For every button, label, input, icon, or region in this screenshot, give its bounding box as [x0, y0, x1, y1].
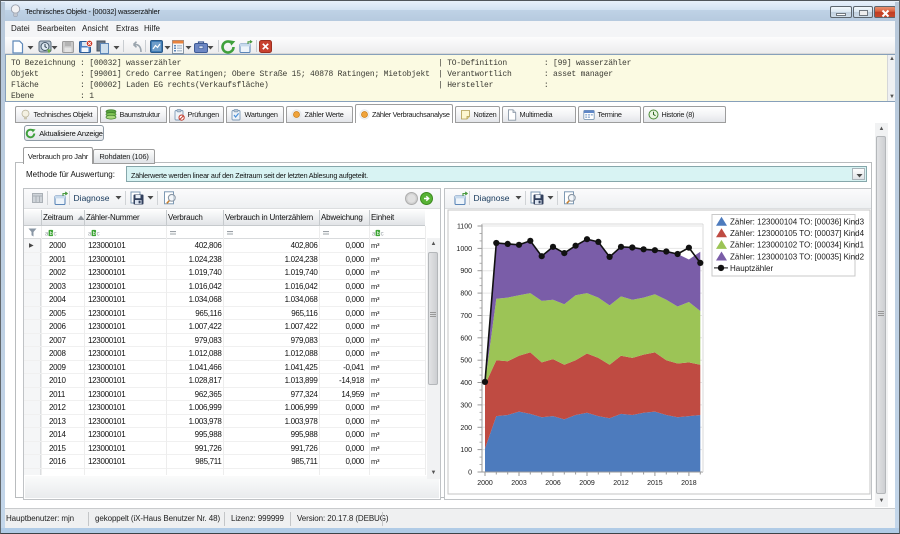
- svg-text:2012: 2012: [613, 480, 629, 487]
- svg-text:c: c: [381, 231, 384, 236]
- svg-text:b: b: [93, 231, 96, 237]
- svg-text:a: a: [372, 231, 376, 236]
- svg-text:Hauptzähler: Hauptzähler: [730, 264, 773, 273]
- svg-text:400: 400: [460, 380, 472, 387]
- svg-text:2003: 2003: [511, 480, 527, 487]
- svg-text:c: c: [97, 231, 100, 236]
- svg-text:2018: 2018: [681, 480, 697, 487]
- svg-text:300: 300: [460, 402, 472, 409]
- svg-text:200: 200: [460, 425, 472, 432]
- svg-text:b: b: [50, 231, 53, 237]
- svg-text:Zähler: 123000105 TO: [00037]: Zähler: 123000105 TO: [00037] Kind4: [730, 229, 865, 238]
- svg-text:c: c: [54, 231, 57, 236]
- svg-text:600: 600: [460, 335, 472, 342]
- svg-text:2009: 2009: [579, 480, 595, 487]
- svg-text:a: a: [88, 231, 92, 236]
- svg-text:0: 0: [468, 470, 472, 477]
- svg-text:2006: 2006: [545, 480, 561, 487]
- svg-text:Zähler: 123000102 TO: [00034]: Zähler: 123000102 TO: [00034] Kind1: [730, 241, 865, 250]
- svg-text:Zähler: 123000104 TO: [00036]: Zähler: 123000104 TO: [00036] Kind3: [730, 218, 865, 227]
- svg-text:500: 500: [460, 358, 472, 365]
- svg-text:1100: 1100: [457, 224, 472, 231]
- svg-text:1000: 1000: [456, 246, 472, 253]
- svg-text:2000: 2000: [477, 480, 493, 487]
- svg-text:800: 800: [460, 291, 472, 298]
- svg-text:a: a: [45, 231, 49, 236]
- svg-text:b: b: [377, 231, 380, 237]
- svg-text:900: 900: [460, 268, 472, 275]
- svg-text:2015: 2015: [647, 480, 663, 487]
- svg-text:100: 100: [460, 447, 472, 454]
- svg-text:Zähler: 123000103 TO: [00035]: Zähler: 123000103 TO: [00035] Kind2: [730, 252, 865, 261]
- svg-text:700: 700: [460, 313, 472, 320]
